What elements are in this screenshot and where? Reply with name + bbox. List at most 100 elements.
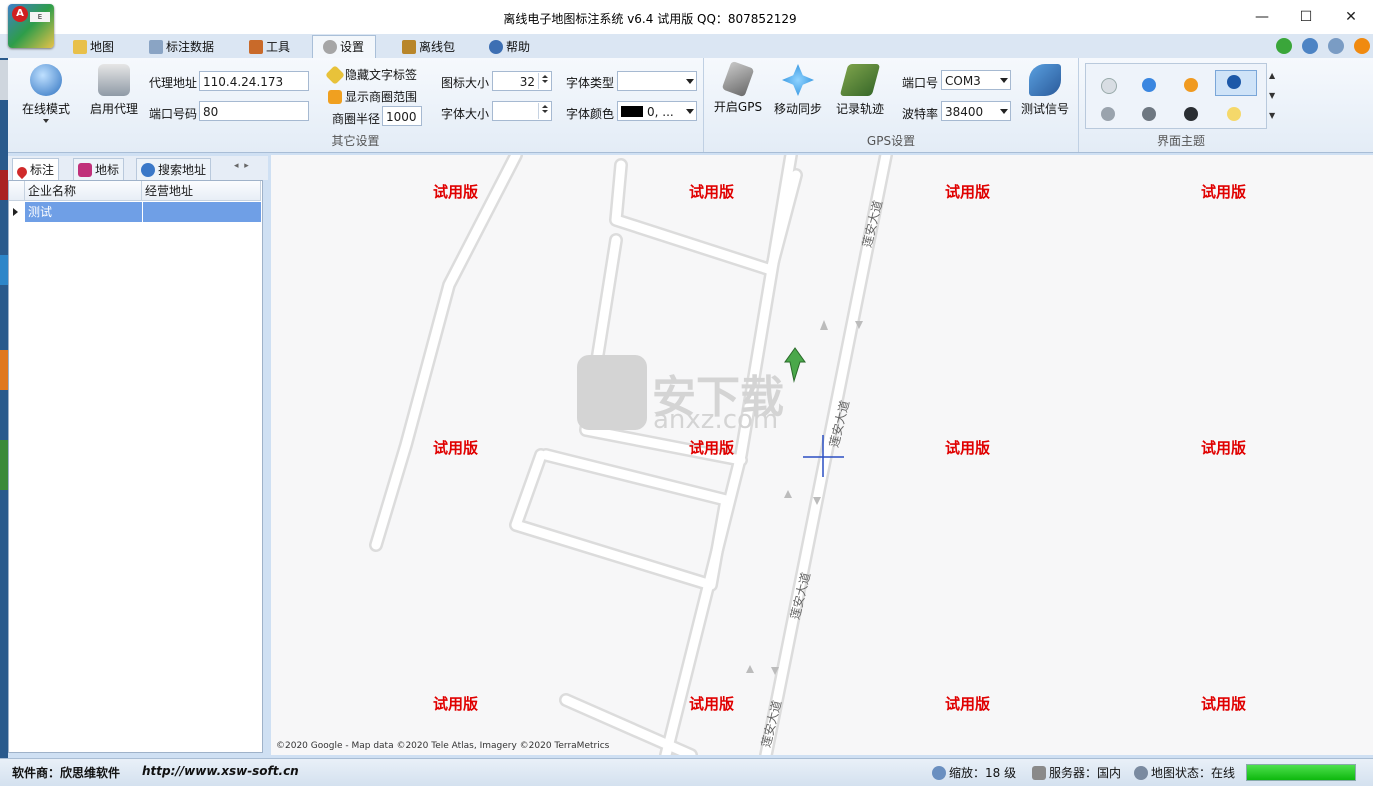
other-settings-group: 在线模式 启用代理 代理地址 110.4.24.173 端口号码 80 隐藏文字… [8,58,704,152]
theme-black-icon[interactable] [1184,107,1198,121]
font-size-label: 字体大小 [441,107,490,121]
satellite-status-icon [1134,766,1148,780]
progress-fill [1247,765,1355,780]
row-pointer-icon [13,208,18,216]
chevron-down-icon [1000,78,1008,83]
circle-radius-input[interactable]: 1000 [382,106,422,126]
baud-rate-label: 波特率 [902,107,939,121]
tab-landmarks[interactable]: 地标 [73,158,125,181]
font-size-stepper[interactable] [492,101,552,121]
theme-orange-icon[interactable] [1184,78,1198,92]
tab-search-address[interactable]: 搜索地址 [136,158,212,181]
package-icon [402,40,416,54]
move-sync-button[interactable]: 移动同步 [768,64,828,117]
hide-text-labels-button[interactable]: 隐藏文字标签 [325,65,417,85]
proxy-address-input[interactable]: 110.4.24.173 [199,71,309,91]
tab-tools[interactable]: 工具 [249,36,290,58]
port-label: 端口号码 [149,107,198,121]
map-marker-arrow[interactable] [784,347,806,383]
left-panel-tabs: 标注 地标 搜索地址 ◂ ▸ [8,156,268,181]
tab-help[interactable]: 帮助 [489,36,530,58]
theme-gray-icon[interactable] [1101,107,1115,121]
trial-watermark: 试用版 [945,695,991,713]
enable-proxy-button[interactable]: 启用代理 [82,64,146,117]
tab-scroll-arrows[interactable]: ◂ ▸ [234,161,249,171]
move-arrows-icon [782,64,814,96]
row-header-corner [9,181,25,201]
spin-arrows-icon[interactable] [538,103,550,119]
font-type-label: 字体类型 [566,76,615,90]
title-bar: 离线电子地图标注系统 v6.4 试用版 QQ：807852129 — ☐ ✕ [0,0,1373,34]
icon-size-label: 图标大小 [441,76,490,90]
app-logo-icon[interactable]: AE [8,4,54,48]
building-icon [78,163,92,177]
theme-gold-icon[interactable] [1227,107,1241,121]
spin-arrows-icon[interactable] [538,73,550,89]
watermark-logo-icon [577,355,647,430]
chevron-down-icon [1000,109,1008,114]
speech-bubble-icon [141,163,155,177]
trial-watermark: 试用版 [689,439,735,457]
tab-markers[interactable]: 标注 [12,158,60,181]
font-color-label: 字体颜色 [566,107,615,121]
tab-offline-package[interactable]: 离线包 [402,36,455,58]
watermark-logo-url: anxz.com [653,405,779,435]
minimize-button[interactable]: — [1250,6,1274,28]
column-header-address[interactable]: 经营地址 [142,181,261,201]
zoom-out-icon[interactable] [1328,38,1344,54]
help-icon [489,40,503,54]
tag-icon [325,65,345,85]
theme-group-label: 界面主题 [1156,134,1205,148]
com-port-label: 端口号 [902,76,939,90]
terrain-track-icon [839,64,881,96]
port-input[interactable]: 80 [199,101,309,121]
maximize-button[interactable]: ☐ [1294,6,1318,28]
magnifier-icon [932,766,946,780]
tab-settings[interactable]: 设置 [312,35,376,59]
icon-size-stepper[interactable]: 32 [492,71,552,91]
online-mode-button[interactable]: 在线模式 [14,64,78,123]
chevron-down-icon [686,109,694,114]
theme-silver-icon[interactable] [1101,78,1117,94]
trial-watermark: 试用版 [945,183,991,201]
record-track-button[interactable]: 记录轨迹 [830,64,890,117]
font-color-select[interactable]: 0, ... [617,101,697,121]
server-status: 服务器：国内 [1032,764,1121,781]
table-row[interactable]: 测试 [25,202,261,222]
open-gps-button[interactable]: 开启GPS [710,60,766,115]
tab-map[interactable]: 地图 [73,36,114,58]
trial-watermark: 试用版 [433,183,479,201]
refresh-icon[interactable] [1276,38,1292,54]
test-signal-button[interactable]: 测试信号 [1016,64,1074,117]
satellite-icon [721,60,755,98]
gps-settings-group: 开启GPS 移动同步 记录轨迹 端口号 COM3 波特率 38400 测试信号 … [704,58,1079,152]
chevron-down-icon [43,119,49,123]
other-settings-group-label: 其它设置 [331,134,380,148]
map-view[interactable]: 安下载 anxz.com 莲安大道 莲安大道 莲安大道 莲安大道 试用版 试用版… [271,155,1373,755]
loading-progress-bar [1246,764,1356,781]
column-header-name[interactable]: 企业名称 [25,181,142,201]
table-icon [149,40,163,54]
tab-mark-data[interactable]: 标注数据 [149,36,214,58]
chevron-down-icon [686,79,694,84]
show-circle-range-button[interactable]: 显示商圈范围 [328,88,417,105]
map-pin-icon [14,164,30,180]
theme-group: ▲ ▼ ▼ 界面主题 [1079,58,1283,152]
font-type-select[interactable] [617,71,697,91]
ribbon-tabs: 地图 标注数据 工具 设置 离线包 帮助 [0,34,1373,59]
alert-icon[interactable] [1354,38,1370,54]
com-port-select[interactable]: COM3 [941,70,1011,90]
proxy-server-icon [98,64,130,96]
theme-dark-blue-icon[interactable] [1227,75,1241,89]
trial-watermark: 试用版 [1201,695,1247,713]
close-button[interactable]: ✕ [1339,6,1363,28]
baud-rate-select[interactable]: 38400 [941,101,1011,121]
zoom-in-icon[interactable] [1302,38,1318,54]
cell-name: 测试 [28,205,53,219]
color-swatch [621,106,643,117]
theme-blue-icon[interactable] [1142,78,1156,92]
trial-watermark: 试用版 [433,695,479,713]
vendor-url-link[interactable]: http://www.xsw-soft.cn [142,764,299,778]
theme-slate-icon[interactable] [1142,107,1156,121]
theme-scroll-arrows[interactable]: ▲ ▼ ▼ [1269,66,1277,126]
